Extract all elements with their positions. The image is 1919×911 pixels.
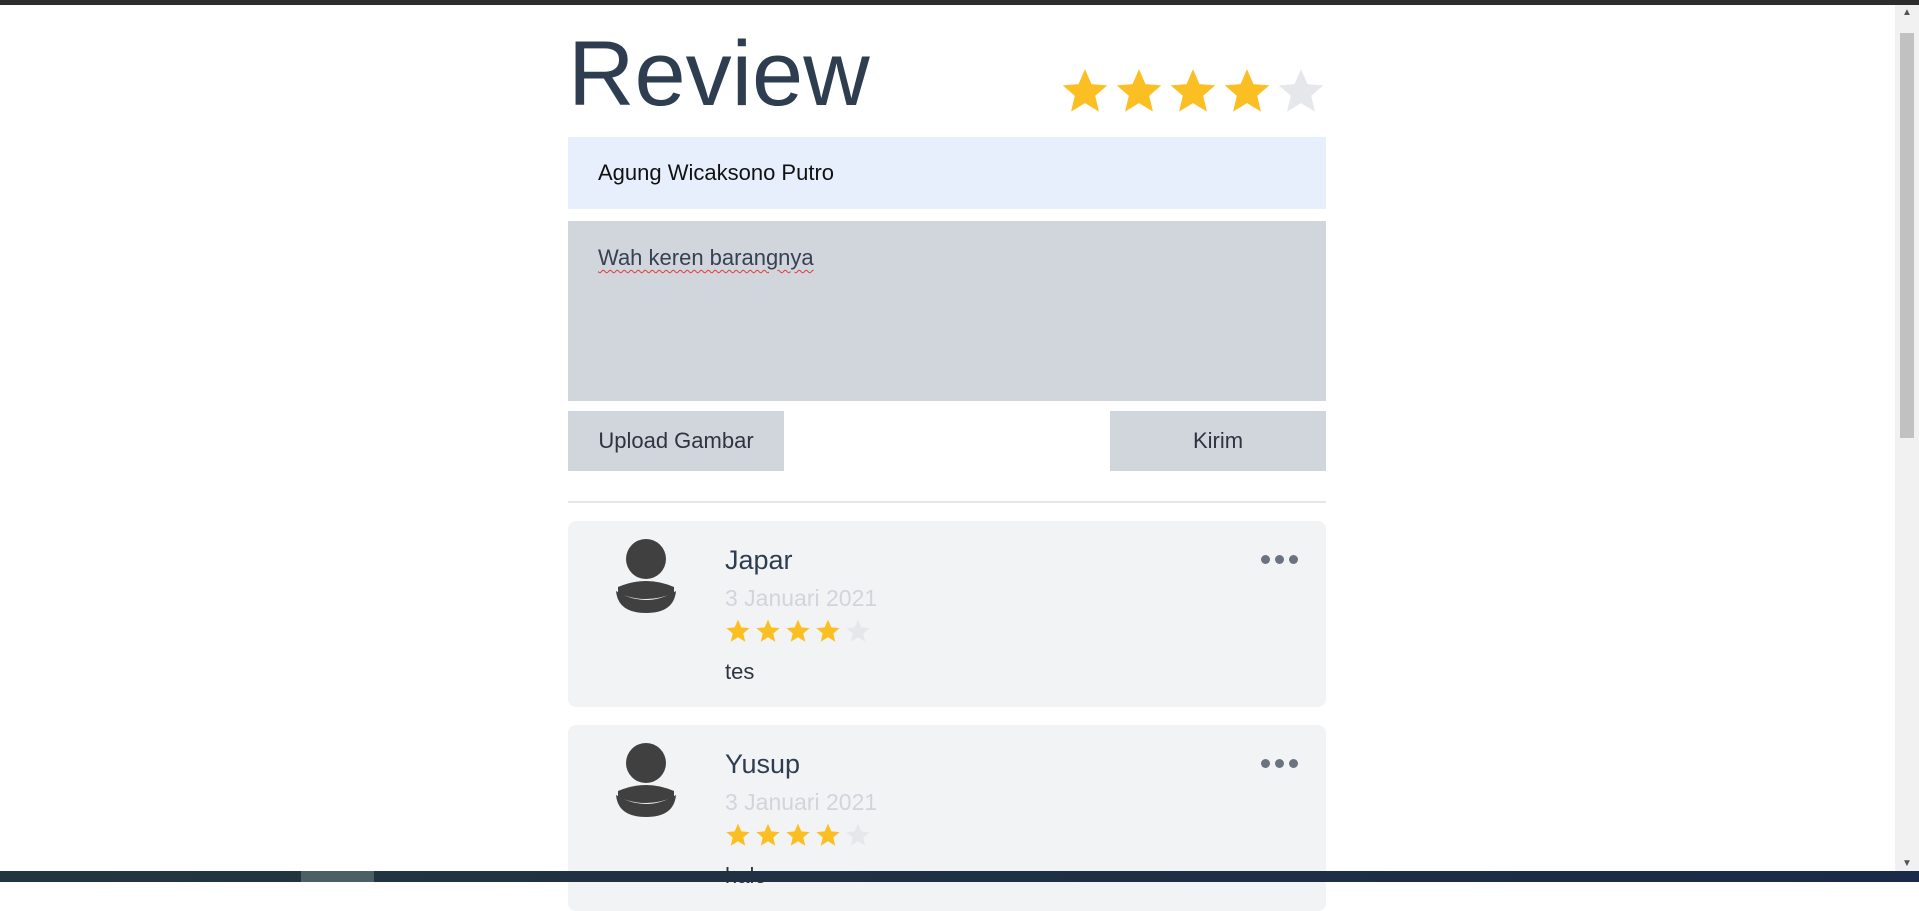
rating-input[interactable] bbox=[1060, 66, 1326, 116]
review-card: Yusup 3 Januari 2021 halo bbox=[568, 725, 1326, 911]
browser-top-bar bbox=[0, 0, 1919, 5]
star-filled-icon bbox=[756, 619, 780, 642]
name-field[interactable]: Agung Wicaksono Putro bbox=[568, 137, 1326, 209]
review-text: Wah keren barangnya bbox=[598, 245, 814, 270]
star-empty-icon bbox=[846, 619, 870, 642]
star-filled-icon bbox=[816, 619, 840, 642]
page-title: Review bbox=[568, 23, 870, 125]
divider bbox=[568, 501, 1326, 503]
star-filled-icon bbox=[756, 823, 780, 846]
reviewer-name: Yusup bbox=[725, 749, 801, 779]
review-text: tes bbox=[725, 659, 755, 684]
upload-image-button[interactable]: Upload Gambar bbox=[568, 411, 784, 471]
star-filled-icon bbox=[726, 619, 750, 642]
review-rating bbox=[725, 618, 871, 644]
star-filled-icon bbox=[786, 823, 810, 846]
review-card: Japar 3 Januari 2021 tes bbox=[568, 521, 1326, 707]
more-options-icon[interactable] bbox=[1261, 759, 1298, 768]
star-filled-icon bbox=[816, 823, 840, 846]
avatar-icon bbox=[616, 539, 676, 613]
star-filled-icon[interactable] bbox=[1222, 66, 1272, 116]
star-empty-icon bbox=[846, 823, 870, 846]
star-filled-icon[interactable] bbox=[1060, 66, 1110, 116]
more-options-icon[interactable] bbox=[1261, 555, 1298, 564]
review-textarea[interactable]: Wah keren barangnya bbox=[568, 221, 1326, 401]
scroll-up-icon[interactable]: ▲ bbox=[1902, 7, 1912, 18]
scroll-down-icon[interactable]: ▼ bbox=[1902, 858, 1912, 869]
submit-button[interactable]: Kirim bbox=[1110, 411, 1326, 471]
scrollbar[interactable]: ▲ ▼ bbox=[1895, 5, 1919, 871]
star-filled-icon bbox=[786, 619, 810, 642]
taskbar bbox=[0, 871, 1919, 882]
star-empty-icon[interactable] bbox=[1276, 66, 1326, 116]
review-rating bbox=[725, 822, 871, 848]
review-date: 3 Januari 2021 bbox=[725, 789, 878, 815]
avatar-icon bbox=[616, 743, 676, 817]
review-date: 3 Januari 2021 bbox=[725, 585, 878, 611]
taskbar-app-button[interactable] bbox=[301, 871, 374, 882]
star-filled-icon[interactable] bbox=[1168, 66, 1218, 116]
reviewer-name: Japar bbox=[725, 545, 793, 575]
star-filled-icon[interactable] bbox=[1114, 66, 1164, 116]
star-filled-icon bbox=[726, 823, 750, 846]
scrollbar-thumb[interactable] bbox=[1900, 33, 1914, 438]
